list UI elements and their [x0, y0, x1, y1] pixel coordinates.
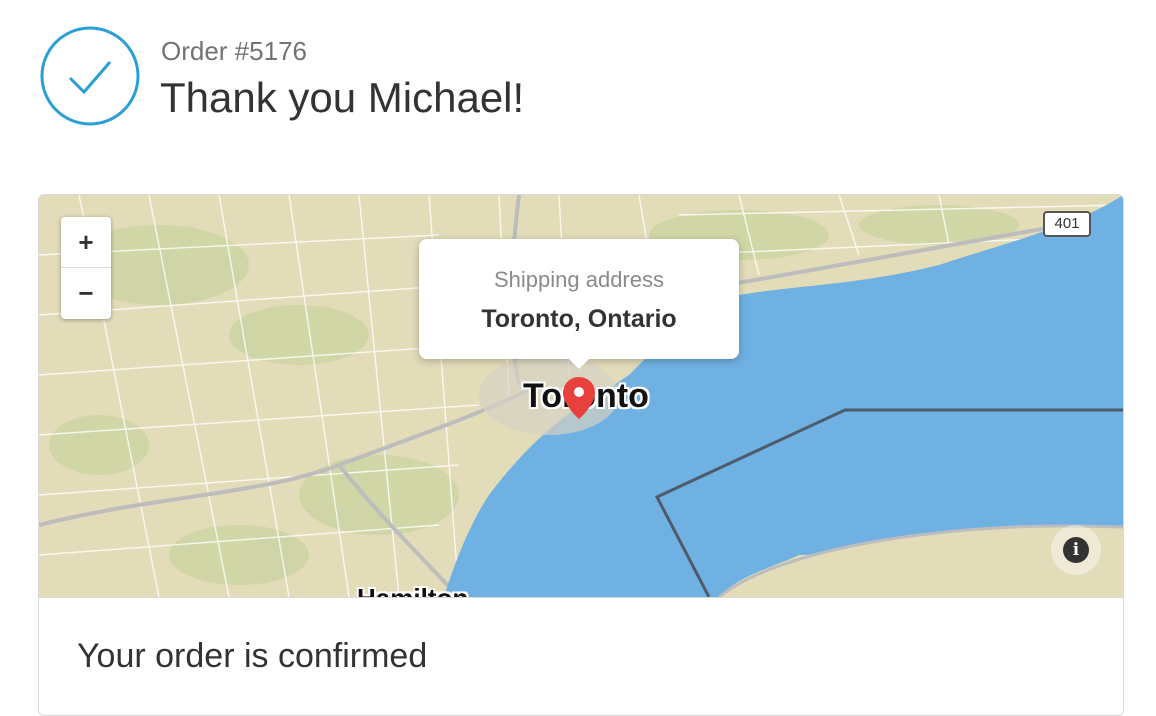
confirmation-heading: Your order is confirmed	[77, 637, 428, 675]
shipping-address-popup: Shipping address Toronto, Ontario	[419, 239, 739, 369]
info-icon: i	[1063, 537, 1089, 563]
highway-401-shield: 401	[1043, 211, 1091, 237]
page-title: Thank you Michael!	[160, 74, 525, 121]
zoom-in-button[interactable]: +	[61, 217, 111, 268]
shipping-map[interactable]: + − 401 Toronto Hamilton Shipping addres…	[39, 195, 1123, 598]
map-pin-icon[interactable]	[561, 375, 597, 421]
order-number: Order #5176	[161, 36, 307, 66]
city-label-hamilton: Hamilton	[357, 583, 469, 598]
order-header: Order #5176 Thank you Michael!	[40, 26, 1120, 126]
popup-label: Shipping address	[493, 267, 664, 292]
zoom-out-button[interactable]: −	[61, 268, 111, 318]
order-confirmation-card: + − 401 Toronto Hamilton Shipping addres…	[38, 194, 1124, 716]
checkmark-circle-icon	[40, 26, 140, 126]
zoom-control: + −	[61, 217, 111, 319]
shipping-address-value: Toronto, Ontario	[481, 305, 677, 333]
map-info-button[interactable]: i	[1051, 525, 1101, 575]
popup-tip	[569, 359, 589, 369]
